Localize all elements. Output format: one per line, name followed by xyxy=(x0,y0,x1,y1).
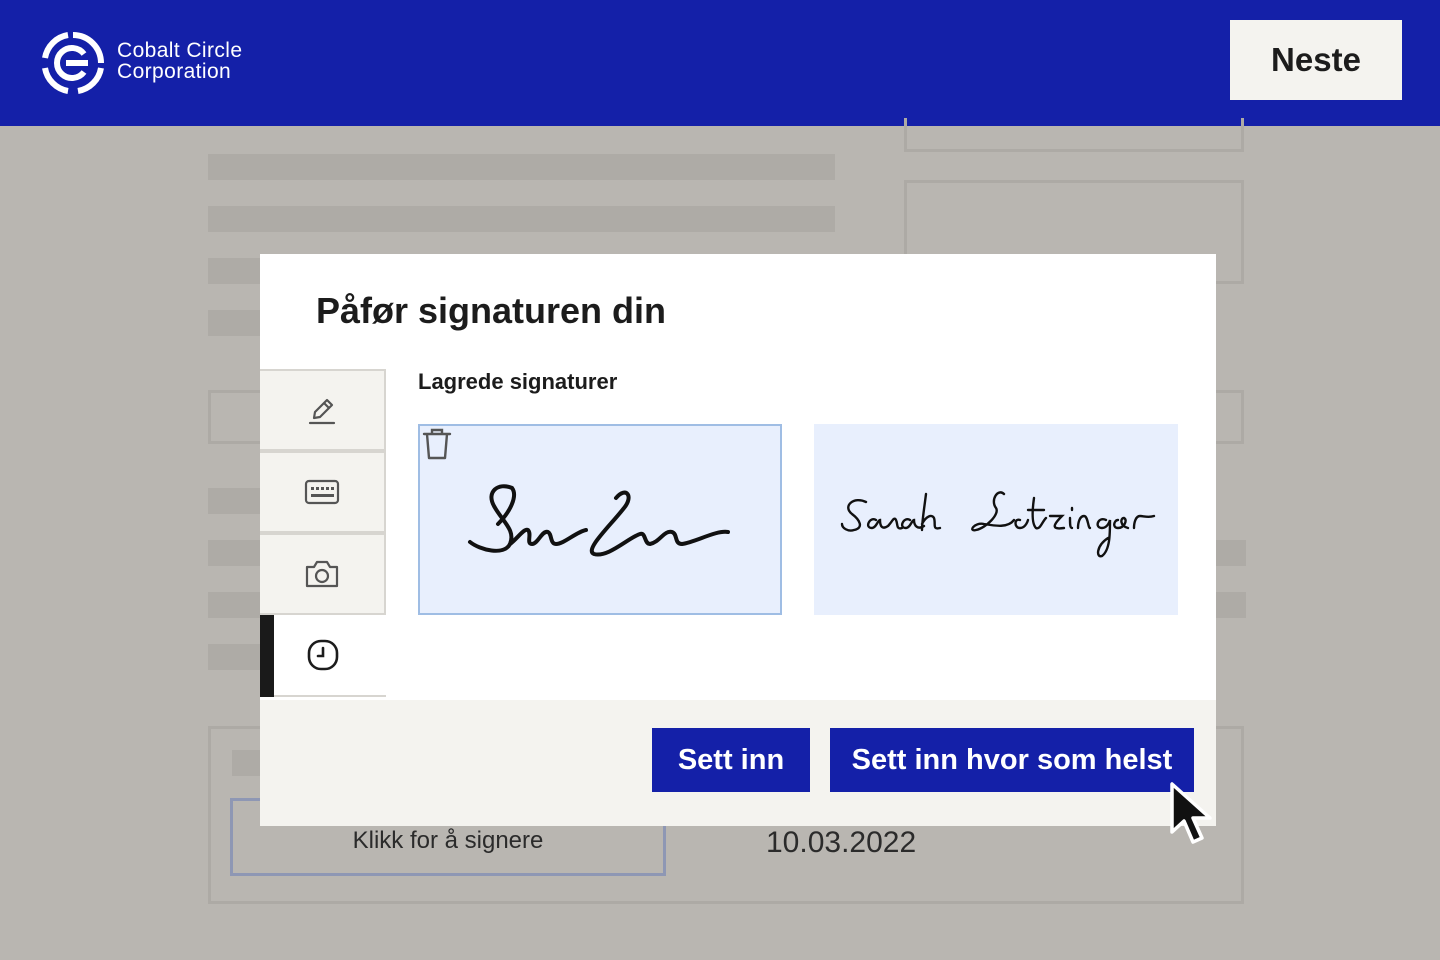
signature-method-tabs xyxy=(260,369,386,699)
tab-draw[interactable] xyxy=(260,369,386,451)
text-placeholder xyxy=(208,310,260,336)
next-button[interactable]: Neste xyxy=(1230,20,1402,100)
clock-icon xyxy=(307,639,339,671)
document-date: 10.03.2022 xyxy=(766,826,917,859)
cobalt-circle-logo-icon xyxy=(42,32,104,94)
document-field-box xyxy=(904,118,1244,152)
text-placeholder xyxy=(208,258,260,284)
initials-signature-drawing xyxy=(468,484,730,557)
text-placeholder xyxy=(208,488,260,514)
brand-name: Cobalt Circle Corporation xyxy=(117,40,242,82)
text-placeholder xyxy=(208,540,260,566)
dialog-footer: Sett inn Sett inn hvor som helst xyxy=(260,700,1216,826)
tab-type[interactable] xyxy=(260,451,386,533)
saved-signatures-heading: Lagrede signaturer xyxy=(418,369,618,394)
text-placeholder xyxy=(1216,592,1246,618)
text-placeholder xyxy=(208,592,260,618)
tab-upload-photo[interactable] xyxy=(260,533,386,615)
text-placeholder xyxy=(208,154,835,180)
saved-signature-initials[interactable] xyxy=(418,424,782,615)
top-bar: Cobalt Circle Corporation Neste xyxy=(0,0,1440,126)
full-name-signature-drawing xyxy=(840,491,1156,558)
dialog-title: Påfør signaturen din xyxy=(316,290,667,331)
document-field-box xyxy=(208,390,268,444)
camera-icon xyxy=(305,560,339,588)
click-to-sign-label: Klikk for å signere xyxy=(352,827,544,854)
brand-line-1: Cobalt Circle xyxy=(117,39,243,62)
text-placeholder xyxy=(1216,540,1246,566)
keyboard-icon xyxy=(304,479,340,505)
trash-icon[interactable] xyxy=(420,426,454,462)
tab-saved-signatures[interactable] xyxy=(260,615,386,697)
text-placeholder xyxy=(208,206,835,232)
brand-line-2: Corporation xyxy=(117,60,232,83)
saved-signature-full-name[interactable] xyxy=(814,424,1178,615)
apply-signature-dialog: Påfør signaturen din Lagrede signaturer … xyxy=(260,254,1216,826)
active-tab-indicator xyxy=(260,615,274,697)
insert-button[interactable]: Sett inn xyxy=(652,728,810,792)
text-placeholder xyxy=(208,644,260,670)
pencil-icon xyxy=(308,398,336,425)
insert-anywhere-button[interactable]: Sett inn hvor som helst xyxy=(830,728,1194,792)
mouse-pointer-icon xyxy=(1170,782,1212,844)
